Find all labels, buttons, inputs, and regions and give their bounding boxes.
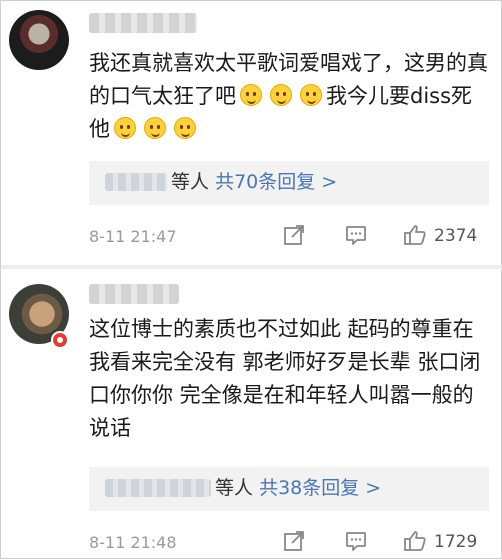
comment-text: 这位博士的素质也不过如此 起码的尊重在我看来完全没有 郭老师好歹是长辈 张口闭口… [89, 317, 481, 440]
comment-icon[interactable] [344, 529, 368, 553]
reply-suffix: 等人 [215, 477, 254, 499]
like-count: 1729 [434, 532, 478, 552]
share-icon[interactable] [282, 529, 306, 553]
comment-footer: 8-11 21:48 1729 [89, 529, 494, 555]
thumbs-up-icon[interactable] [403, 529, 427, 553]
timestamp: 8-11 21:48 [89, 533, 177, 552]
reply-usernames-blurred [105, 479, 211, 497]
reply-preview[interactable]: 等人 共38条回复 > [89, 467, 489, 511]
username-blurred[interactable] [89, 284, 179, 304]
reply-summary: 等人 共38条回复 > [215, 476, 381, 500]
reply-count-link[interactable]: 共38条回复 > [259, 477, 381, 499]
comment-item: 这位博士的素质也不过如此 起码的尊重在我看来完全没有 郭老师好歹是长辈 张口闭口… [1, 1, 501, 560]
verified-badge-icon [51, 331, 69, 349]
